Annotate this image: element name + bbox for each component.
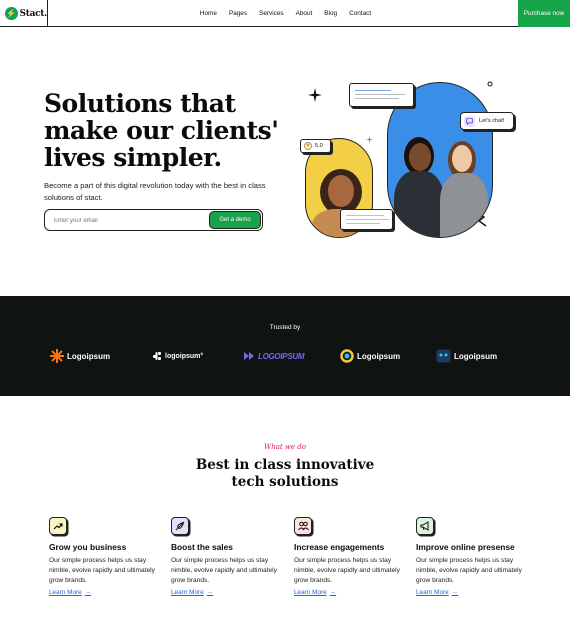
trend-up-icon bbox=[49, 517, 67, 535]
partner-logo: Logoipsum bbox=[340, 348, 400, 364]
learn-more-link[interactable]: Learn More → bbox=[416, 589, 528, 596]
sunburst-icon bbox=[50, 349, 64, 363]
nav-link-services[interactable]: Services bbox=[259, 10, 284, 17]
get-demo-button[interactable]: Get a demo bbox=[209, 211, 261, 229]
feature-card: Improve online presense Our simple proce… bbox=[416, 517, 528, 596]
top-nav: ⚡ Stact. Home Pages Services About Blog … bbox=[0, 0, 570, 27]
partner-logo: LOGOIPSUM bbox=[243, 348, 305, 364]
hero-title-line-1: Solutions that bbox=[44, 89, 236, 118]
users-icon bbox=[294, 517, 312, 535]
rating-badge: ★ 5.0 bbox=[300, 139, 331, 153]
feature-title: Improve online presense bbox=[416, 542, 515, 552]
learn-more-label: Learn More bbox=[171, 589, 204, 596]
partner-logo-text: LOGOIPSUM bbox=[258, 351, 305, 361]
email-input[interactable] bbox=[54, 214, 194, 227]
partner-logos: Logoipsum logoipsum° LOGOIPSUM Logoipsum… bbox=[0, 348, 570, 364]
nav-link-pages[interactable]: Pages bbox=[229, 10, 247, 17]
partner-logo-text: logoipsum° bbox=[165, 352, 204, 360]
hero-title-line-2: make our clients' bbox=[44, 116, 279, 145]
feature-card: Boost the sales Our simple process helps… bbox=[171, 517, 283, 596]
text-card bbox=[349, 83, 414, 107]
trusted-by-section: Trusted by Logoipsum logoipsum° LOGOIPSU… bbox=[0, 296, 570, 396]
hero-subtitle: Become a part of this digital revolution… bbox=[44, 181, 266, 202]
feature-text: Our simple process helps us stay nimble,… bbox=[416, 557, 522, 584]
arrow-right-icon: → bbox=[84, 589, 92, 596]
feature-card: Increase engagements Our simple process … bbox=[294, 517, 406, 596]
arrow-right-icon: → bbox=[206, 589, 214, 596]
sparkle-icon bbox=[308, 88, 322, 102]
slack-like-icon bbox=[153, 352, 161, 360]
hero-illustration: ★ 5.0 Let's chat! bbox=[300, 78, 525, 248]
star-icon: ★ bbox=[304, 142, 312, 150]
rating-value: 5.0 bbox=[315, 143, 323, 149]
feature-title: Grow you business bbox=[49, 542, 127, 552]
arrow-right-icon: → bbox=[329, 589, 337, 596]
megaphone-icon bbox=[416, 517, 434, 535]
arrow-right-icon: → bbox=[451, 589, 459, 596]
partner-logo-text: Logoipsum bbox=[454, 351, 498, 361]
email-signup-form: Get a demo bbox=[44, 209, 263, 231]
partner-logo-text: Logoipsum bbox=[67, 351, 111, 361]
nav-link-about[interactable]: About bbox=[296, 10, 313, 17]
learn-more-link[interactable]: Learn More → bbox=[171, 589, 283, 596]
rocket-icon bbox=[171, 517, 189, 535]
chevron-mark-icon bbox=[244, 352, 254, 360]
partner-logo-text: Logoipsum bbox=[357, 351, 401, 361]
learn-more-link[interactable]: Learn More → bbox=[49, 589, 161, 596]
purchase-now-button[interactable]: Purchase now bbox=[518, 0, 570, 27]
person-body bbox=[394, 171, 444, 237]
person-face bbox=[452, 145, 472, 172]
person-body bbox=[440, 173, 488, 237]
partner-logo: Logoipsum bbox=[436, 348, 497, 364]
learn-more-label: Learn More bbox=[294, 589, 327, 596]
nav-link-contact[interactable]: Contact bbox=[349, 10, 371, 17]
small-sparkle-icon bbox=[366, 136, 373, 143]
partner-logo: logoipsum° bbox=[152, 348, 203, 364]
chat-icon bbox=[464, 115, 475, 127]
nav-links: Home Pages Services About Blog Contact bbox=[0, 0, 570, 27]
feature-text: Our simple process helps us stay nimble,… bbox=[294, 557, 400, 584]
learn-more-link[interactable]: Learn More → bbox=[294, 589, 406, 596]
chat-bubble[interactable]: Let's chat! bbox=[460, 112, 514, 130]
robot-face-icon bbox=[436, 349, 451, 363]
chat-label: Let's chat! bbox=[479, 118, 505, 124]
section-eyebrow: What we do bbox=[264, 443, 306, 451]
feature-text: Our simple process helps us stay nimble,… bbox=[49, 557, 155, 584]
nav-link-home[interactable]: Home bbox=[200, 10, 217, 17]
hero-title: Solutions that make our clients' lives s… bbox=[44, 90, 284, 171]
person-face bbox=[409, 143, 431, 171]
hero-title-line-3: lives simpler. bbox=[44, 143, 222, 172]
nav-link-blog[interactable]: Blog bbox=[324, 10, 337, 17]
trusted-label: Trusted by bbox=[269, 324, 301, 331]
circle-dot-icon bbox=[487, 81, 493, 87]
section-title: Best in class innovative tech solutions bbox=[195, 457, 375, 490]
feature-text: Our simple process helps us stay nimble,… bbox=[171, 557, 277, 584]
person-face bbox=[328, 175, 354, 207]
feature-title: Boost the sales bbox=[171, 542, 233, 552]
feature-title: Increase engagements bbox=[294, 542, 385, 552]
text-card bbox=[340, 209, 393, 230]
partner-logo: Logoipsum bbox=[50, 348, 110, 364]
learn-more-label: Learn More bbox=[416, 589, 449, 596]
ring-logo-icon bbox=[340, 349, 354, 363]
learn-more-label: Learn More bbox=[49, 589, 82, 596]
feature-card: Grow you business Our simple process hel… bbox=[49, 517, 161, 596]
